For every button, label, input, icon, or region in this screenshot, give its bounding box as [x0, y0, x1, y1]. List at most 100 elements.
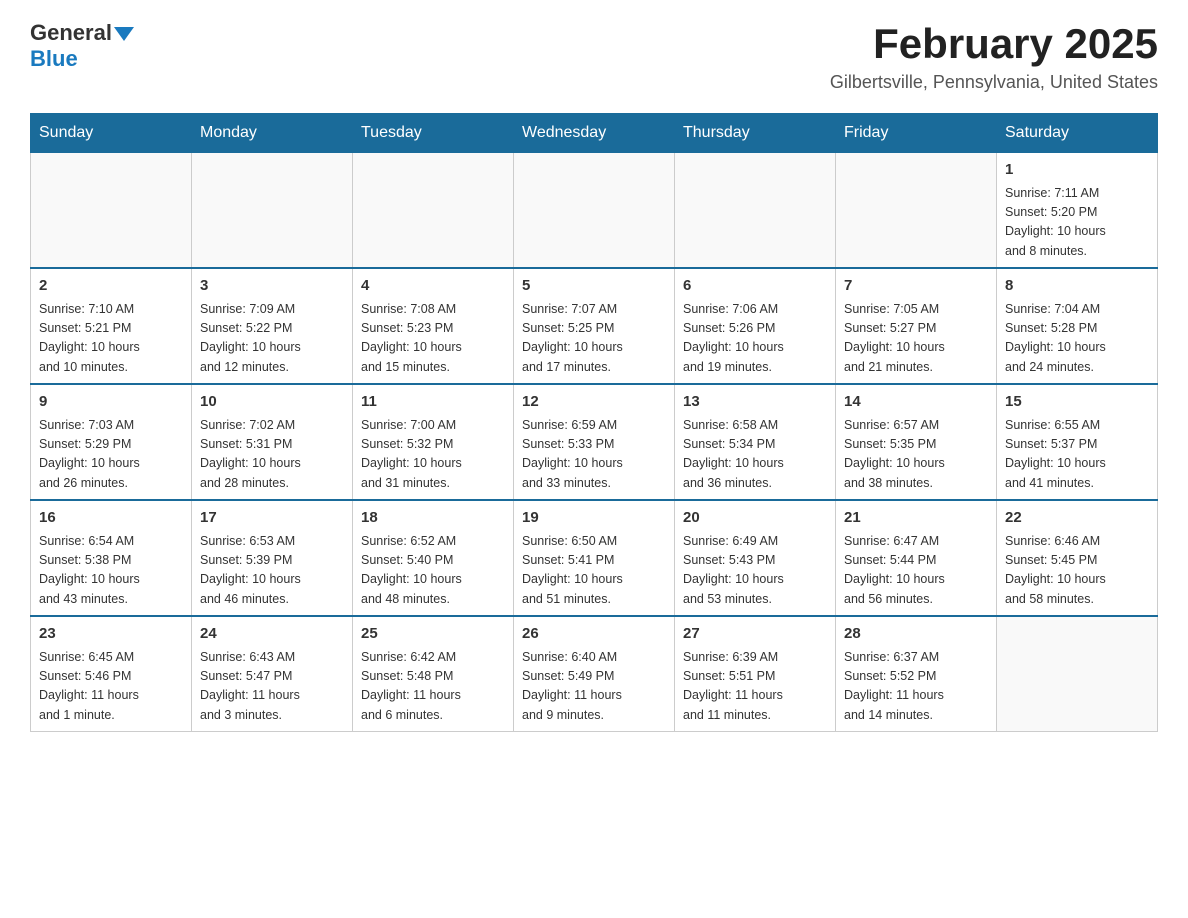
calendar-cell: 8Sunrise: 7:04 AM Sunset: 5:28 PM Daylig… [997, 268, 1158, 384]
column-header-friday: Friday [836, 114, 997, 153]
calendar-cell [31, 153, 192, 269]
calendar-cell [675, 153, 836, 269]
column-header-wednesday: Wednesday [514, 114, 675, 153]
calendar-cell: 15Sunrise: 6:55 AM Sunset: 5:37 PM Dayli… [997, 384, 1158, 500]
calendar-cell: 27Sunrise: 6:39 AM Sunset: 5:51 PM Dayli… [675, 616, 836, 732]
day-info: Sunrise: 6:39 AM Sunset: 5:51 PM Dayligh… [683, 648, 827, 726]
logo-line2: Blue [30, 46, 78, 72]
column-header-tuesday: Tuesday [353, 114, 514, 153]
calendar-cell: 20Sunrise: 6:49 AM Sunset: 5:43 PM Dayli… [675, 500, 836, 616]
day-info: Sunrise: 6:58 AM Sunset: 5:34 PM Dayligh… [683, 416, 827, 494]
month-title: February 2025 [830, 20, 1158, 68]
calendar-header-row: SundayMondayTuesdayWednesdayThursdayFrid… [31, 114, 1158, 153]
day-number: 19 [522, 507, 666, 530]
location-subtitle: Gilbertsville, Pennsylvania, United Stat… [830, 72, 1158, 93]
calendar-header: SundayMondayTuesdayWednesdayThursdayFrid… [31, 114, 1158, 153]
logo: General Blue [30, 20, 134, 72]
day-number: 14 [844, 391, 988, 414]
day-info: Sunrise: 7:09 AM Sunset: 5:22 PM Dayligh… [200, 300, 344, 378]
day-info: Sunrise: 6:50 AM Sunset: 5:41 PM Dayligh… [522, 532, 666, 610]
calendar-cell [836, 153, 997, 269]
day-number: 28 [844, 623, 988, 646]
day-info: Sunrise: 7:04 AM Sunset: 5:28 PM Dayligh… [1005, 300, 1149, 378]
logo-general-text: General [30, 20, 112, 45]
calendar-cell [353, 153, 514, 269]
calendar-cell: 22Sunrise: 6:46 AM Sunset: 5:45 PM Dayli… [997, 500, 1158, 616]
calendar-week-4: 16Sunrise: 6:54 AM Sunset: 5:38 PM Dayli… [31, 500, 1158, 616]
calendar-cell [192, 153, 353, 269]
calendar-cell: 6Sunrise: 7:06 AM Sunset: 5:26 PM Daylig… [675, 268, 836, 384]
day-number: 2 [39, 275, 183, 298]
day-info: Sunrise: 6:54 AM Sunset: 5:38 PM Dayligh… [39, 532, 183, 610]
calendar-week-3: 9Sunrise: 7:03 AM Sunset: 5:29 PM Daylig… [31, 384, 1158, 500]
calendar-cell: 14Sunrise: 6:57 AM Sunset: 5:35 PM Dayli… [836, 384, 997, 500]
day-number: 22 [1005, 507, 1149, 530]
day-info: Sunrise: 6:55 AM Sunset: 5:37 PM Dayligh… [1005, 416, 1149, 494]
calendar-week-5: 23Sunrise: 6:45 AM Sunset: 5:46 PM Dayli… [31, 616, 1158, 732]
calendar-cell: 1Sunrise: 7:11 AM Sunset: 5:20 PM Daylig… [997, 153, 1158, 269]
day-info: Sunrise: 7:06 AM Sunset: 5:26 PM Dayligh… [683, 300, 827, 378]
day-number: 25 [361, 623, 505, 646]
calendar-cell: 25Sunrise: 6:42 AM Sunset: 5:48 PM Dayli… [353, 616, 514, 732]
day-info: Sunrise: 6:46 AM Sunset: 5:45 PM Dayligh… [1005, 532, 1149, 610]
day-info: Sunrise: 7:10 AM Sunset: 5:21 PM Dayligh… [39, 300, 183, 378]
day-info: Sunrise: 7:00 AM Sunset: 5:32 PM Dayligh… [361, 416, 505, 494]
day-number: 6 [683, 275, 827, 298]
day-info: Sunrise: 6:43 AM Sunset: 5:47 PM Dayligh… [200, 648, 344, 726]
calendar-cell: 21Sunrise: 6:47 AM Sunset: 5:44 PM Dayli… [836, 500, 997, 616]
column-header-saturday: Saturday [997, 114, 1158, 153]
day-number: 5 [522, 275, 666, 298]
day-number: 17 [200, 507, 344, 530]
calendar-cell: 4Sunrise: 7:08 AM Sunset: 5:23 PM Daylig… [353, 268, 514, 384]
day-number: 12 [522, 391, 666, 414]
calendar-week-2: 2Sunrise: 7:10 AM Sunset: 5:21 PM Daylig… [31, 268, 1158, 384]
calendar-cell: 7Sunrise: 7:05 AM Sunset: 5:27 PM Daylig… [836, 268, 997, 384]
title-area: February 2025 Gilbertsville, Pennsylvani… [830, 20, 1158, 93]
day-info: Sunrise: 7:08 AM Sunset: 5:23 PM Dayligh… [361, 300, 505, 378]
column-header-thursday: Thursday [675, 114, 836, 153]
calendar-body: 1Sunrise: 7:11 AM Sunset: 5:20 PM Daylig… [31, 153, 1158, 732]
calendar-cell: 19Sunrise: 6:50 AM Sunset: 5:41 PM Dayli… [514, 500, 675, 616]
column-header-sunday: Sunday [31, 114, 192, 153]
calendar-cell: 12Sunrise: 6:59 AM Sunset: 5:33 PM Dayli… [514, 384, 675, 500]
logo-line1: General [30, 20, 134, 46]
day-info: Sunrise: 6:47 AM Sunset: 5:44 PM Dayligh… [844, 532, 988, 610]
calendar-cell: 13Sunrise: 6:58 AM Sunset: 5:34 PM Dayli… [675, 384, 836, 500]
day-info: Sunrise: 6:37 AM Sunset: 5:52 PM Dayligh… [844, 648, 988, 726]
day-number: 11 [361, 391, 505, 414]
day-info: Sunrise: 6:49 AM Sunset: 5:43 PM Dayligh… [683, 532, 827, 610]
day-number: 9 [39, 391, 183, 414]
day-info: Sunrise: 7:11 AM Sunset: 5:20 PM Dayligh… [1005, 184, 1149, 262]
calendar-cell: 5Sunrise: 7:07 AM Sunset: 5:25 PM Daylig… [514, 268, 675, 384]
day-number: 20 [683, 507, 827, 530]
calendar-cell: 9Sunrise: 7:03 AM Sunset: 5:29 PM Daylig… [31, 384, 192, 500]
day-number: 7 [844, 275, 988, 298]
column-header-monday: Monday [192, 114, 353, 153]
day-info: Sunrise: 6:57 AM Sunset: 5:35 PM Dayligh… [844, 416, 988, 494]
day-number: 26 [522, 623, 666, 646]
page-header: General Blue February 2025 Gilbertsville… [30, 20, 1158, 93]
day-number: 21 [844, 507, 988, 530]
day-info: Sunrise: 6:45 AM Sunset: 5:46 PM Dayligh… [39, 648, 183, 726]
day-info: Sunrise: 7:05 AM Sunset: 5:27 PM Dayligh… [844, 300, 988, 378]
day-info: Sunrise: 7:03 AM Sunset: 5:29 PM Dayligh… [39, 416, 183, 494]
logo-blue-text: Blue [30, 46, 78, 71]
day-number: 18 [361, 507, 505, 530]
day-number: 4 [361, 275, 505, 298]
day-number: 23 [39, 623, 183, 646]
calendar-cell: 28Sunrise: 6:37 AM Sunset: 5:52 PM Dayli… [836, 616, 997, 732]
calendar-table: SundayMondayTuesdayWednesdayThursdayFrid… [30, 113, 1158, 732]
day-number: 10 [200, 391, 344, 414]
calendar-cell [514, 153, 675, 269]
calendar-cell: 24Sunrise: 6:43 AM Sunset: 5:47 PM Dayli… [192, 616, 353, 732]
calendar-cell: 23Sunrise: 6:45 AM Sunset: 5:46 PM Dayli… [31, 616, 192, 732]
day-info: Sunrise: 6:40 AM Sunset: 5:49 PM Dayligh… [522, 648, 666, 726]
day-number: 1 [1005, 159, 1149, 182]
calendar-cell: 18Sunrise: 6:52 AM Sunset: 5:40 PM Dayli… [353, 500, 514, 616]
calendar-cell: 3Sunrise: 7:09 AM Sunset: 5:22 PM Daylig… [192, 268, 353, 384]
day-number: 27 [683, 623, 827, 646]
day-info: Sunrise: 7:07 AM Sunset: 5:25 PM Dayligh… [522, 300, 666, 378]
day-info: Sunrise: 6:59 AM Sunset: 5:33 PM Dayligh… [522, 416, 666, 494]
calendar-week-1: 1Sunrise: 7:11 AM Sunset: 5:20 PM Daylig… [31, 153, 1158, 269]
calendar-cell [997, 616, 1158, 732]
